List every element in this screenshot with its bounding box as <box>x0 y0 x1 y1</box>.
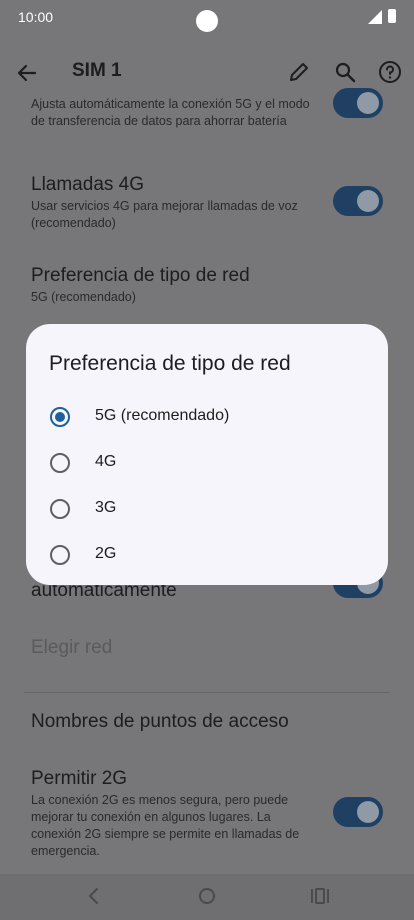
option-5g[interactable]: 5G (recomendado) <box>26 395 388 439</box>
setting-apn-title: Nombres de puntos de acceso <box>31 711 289 732</box>
navigation-bar <box>0 874 414 920</box>
allow-2g-toggle[interactable] <box>333 797 383 827</box>
setting-auto-5g[interactable]: Ajusta automáticamente la conexión 5G y … <box>31 94 311 130</box>
setting-allow-2g-title: Permitir 2G <box>31 768 128 789</box>
nav-recents-icon[interactable] <box>310 888 330 904</box>
option-2g-label: 2G <box>95 545 117 562</box>
battery-icon <box>388 9 396 23</box>
search-icon[interactable] <box>333 60 357 84</box>
radio-4g[interactable] <box>50 453 70 473</box>
setting-allow-2g-description: La conexión 2G es menos segura, pero pue… <box>31 793 300 858</box>
setting-network-preference-title: Preferencia de tipo de red <box>31 265 250 286</box>
nav-home-icon[interactable] <box>199 888 215 904</box>
edit-pencil-icon[interactable] <box>287 60 311 84</box>
option-4g-label: 4G <box>95 453 117 470</box>
setting-4g-calls[interactable]: Llamadas 4G Usar servicios 4G para mejor… <box>31 174 311 232</box>
option-5g-label: 5G (recomendado) <box>95 407 230 424</box>
radio-2g[interactable] <box>50 545 70 565</box>
section-divider <box>24 692 390 693</box>
option-3g[interactable]: 3G <box>26 487 388 531</box>
status-time: 10:00 <box>18 9 54 25</box>
page-title: SIM 1 <box>72 60 122 81</box>
setting-network-preference[interactable]: Preferencia de tipo de red 5G (recomenda… <box>31 265 361 306</box>
setting-allow-2g[interactable]: Permitir 2G La conexión 2G es menos segu… <box>31 768 311 860</box>
radio-3g[interactable] <box>50 499 70 519</box>
setting-choose-network-title: Elegir red <box>31 637 113 658</box>
network-type-dialog: Preferencia de tipo de red 5G (recomenda… <box>26 324 388 585</box>
status-bar: 10:00 <box>0 0 414 40</box>
camera-cutout <box>196 10 218 32</box>
signal-icon <box>368 10 382 24</box>
setting-apn[interactable]: Nombres de puntos de acceso <box>31 711 371 733</box>
option-2g[interactable]: 2G <box>26 533 388 577</box>
radio-5g[interactable] <box>50 407 70 427</box>
help-icon[interactable] <box>378 60 402 84</box>
auto-5g-toggle[interactable] <box>333 88 383 118</box>
dialog-title: Preferencia de tipo de red <box>49 352 291 375</box>
setting-network-preference-value: 5G (recomendado) <box>31 290 136 304</box>
setting-4g-calls-title: Llamadas 4G <box>31 174 145 195</box>
nav-back-icon[interactable] <box>86 887 102 905</box>
setting-4g-calls-description: Usar servicios 4G para mejorar llamadas … <box>31 199 298 230</box>
back-arrow-icon[interactable] <box>14 60 40 86</box>
4g-calls-toggle[interactable] <box>333 186 383 216</box>
option-3g-label: 3G <box>95 499 117 516</box>
setting-auto-5g-description: Ajusta automáticamente la conexión 5G y … <box>31 97 310 128</box>
setting-choose-network: Elegir red <box>31 637 311 659</box>
option-4g[interactable]: 4G <box>26 441 388 485</box>
